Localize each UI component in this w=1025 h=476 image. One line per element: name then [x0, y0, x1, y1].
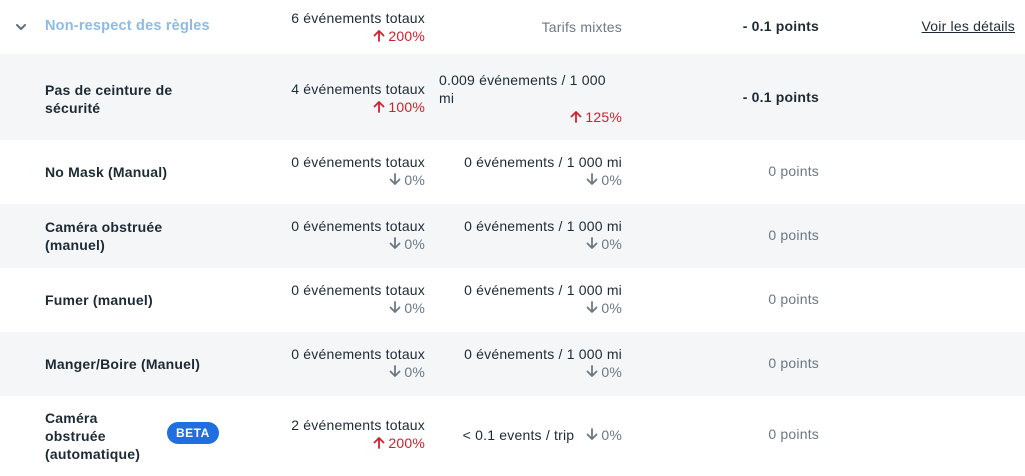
points-value: - 0.1 points — [742, 89, 819, 105]
rule-name: No Mask (Manual) — [45, 164, 168, 180]
arrow-down-icon — [389, 237, 401, 249]
rate-text: Tarifs mixtes — [541, 19, 622, 35]
total-events: 2 événements totaux 200% — [291, 417, 425, 453]
group-header-row[interactable]: Non-respect des règles 6 événements tota… — [0, 0, 1025, 54]
arrow-down-icon — [586, 173, 598, 185]
total-change: 100% — [291, 98, 425, 117]
arrow-down-icon — [586, 365, 598, 377]
arrow-down-icon — [586, 301, 598, 313]
rate-change: 0% — [464, 363, 622, 382]
rate-change: 125% — [570, 108, 622, 127]
total-events: 0 événements totaux 0% — [291, 154, 425, 190]
total-change: 0% — [291, 363, 425, 382]
rule-name: Caméra obstruée (automatique) — [45, 410, 141, 462]
points-value: 0 points — [768, 227, 819, 243]
arrow-up-icon — [373, 30, 385, 42]
total-change: 200% — [291, 27, 425, 46]
table-row: Caméra obstruée (manuel) 0 événements to… — [0, 204, 1025, 268]
total-events: 4 événements totaux 100% — [291, 80, 425, 117]
points-value: 0 points — [768, 291, 819, 307]
event-rate: < 0.1 events / trip 0% — [462, 427, 622, 443]
arrow-up-icon — [373, 101, 385, 113]
arrow-up-icon — [373, 437, 385, 449]
table-row: Pas de ceinture de sécurité 4 événements… — [0, 54, 1025, 140]
rule-name: Caméra obstruée (manuel) — [45, 219, 163, 253]
total-change: 0% — [291, 235, 425, 254]
total-change-value: 200% — [388, 28, 425, 44]
rate-change: 0% — [464, 299, 622, 318]
total-events-text: 6 événements totaux — [291, 10, 425, 26]
arrow-down-icon — [586, 428, 598, 440]
view-details-link[interactable]: Voir les détails — [922, 18, 1015, 34]
total-events: 0 événements totaux 0% — [291, 346, 425, 382]
table-row: Fumer (manuel) 0 événements totaux 0% 0 … — [0, 268, 1025, 332]
table-row: Caméra obstruée (automatique) BETA 2 évé… — [0, 396, 1025, 476]
total-change: 0% — [291, 299, 425, 318]
points-value: 0 points — [768, 426, 819, 442]
beta-badge: BETA — [167, 422, 219, 444]
points-value: 0 points — [768, 355, 819, 371]
rule-name: Pas de ceinture de sécurité — [45, 82, 173, 116]
rules-violation-table: Non-respect des règles 6 événements tota… — [0, 0, 1025, 476]
total-events: 0 événements totaux 0% — [291, 218, 425, 254]
rate-change: 0% — [464, 171, 622, 190]
event-rate: 0.009 événements / 1 000 mi — [439, 72, 606, 106]
rate-change: 0% — [464, 235, 622, 254]
total-change: 200% — [291, 434, 425, 453]
arrow-down-icon — [389, 301, 401, 313]
rate-change: 0% — [586, 427, 622, 443]
event-rate: 0 événements / 1 000 mi 0% — [464, 282, 622, 318]
arrow-down-icon — [586, 237, 598, 249]
group-title[interactable]: Non-respect des règles — [45, 18, 210, 34]
points-value: - 0.1 points — [742, 18, 819, 34]
arrow-down-icon — [389, 173, 401, 185]
chevron-down-icon[interactable] — [14, 20, 28, 34]
total-change: 0% — [291, 171, 425, 190]
rule-name: Fumer (manuel) — [45, 292, 153, 308]
arrow-down-icon — [389, 365, 401, 377]
event-rate: 0 événements / 1 000 mi 0% — [464, 218, 622, 254]
rule-name: Manger/Boire (Manuel) — [45, 356, 201, 372]
event-rate: 0 événements / 1 000 mi 0% — [464, 154, 622, 190]
total-events: 6 événements totaux 200% — [291, 9, 425, 46]
table-row: No Mask (Manual) 0 événements totaux 0% … — [0, 140, 1025, 204]
event-rate: 0 événements / 1 000 mi 0% — [464, 346, 622, 382]
points-value: 0 points — [768, 163, 819, 179]
arrow-up-icon — [570, 111, 582, 123]
table-row: Manger/Boire (Manuel) 0 événements totau… — [0, 332, 1025, 396]
total-events-text: 4 événements totaux — [291, 81, 425, 97]
total-events: 0 événements totaux 0% — [291, 282, 425, 318]
